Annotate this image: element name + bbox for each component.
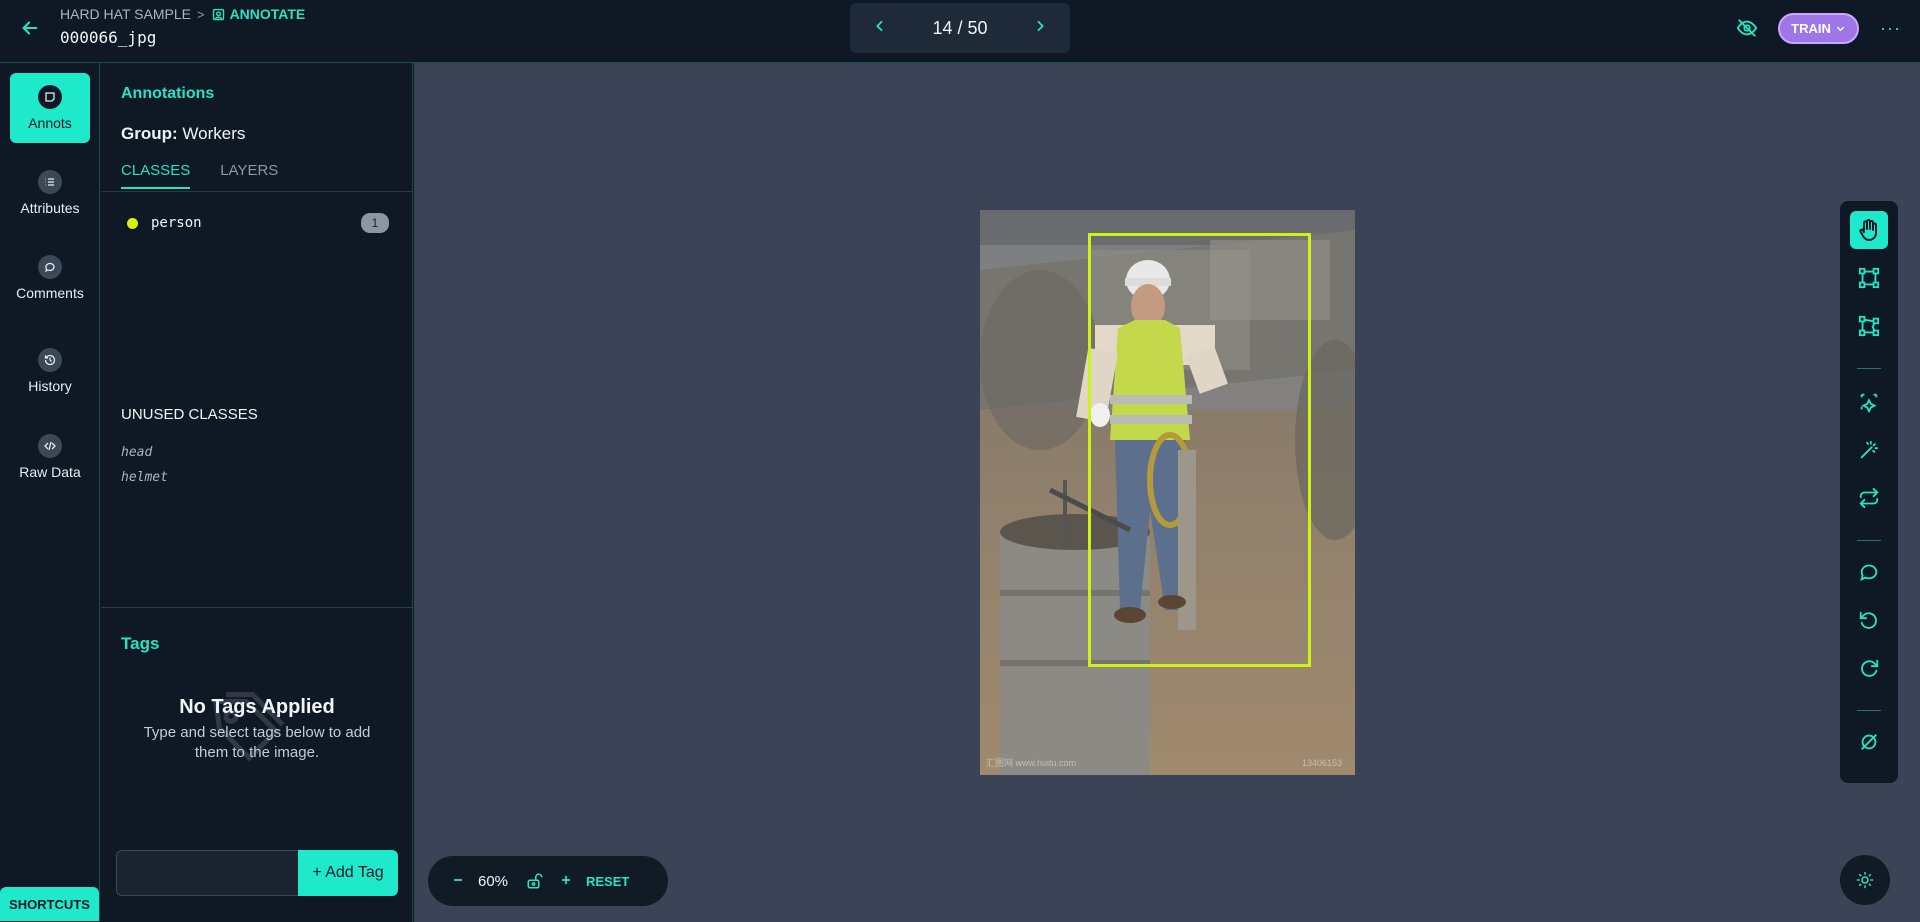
breadcrumb-separator: > bbox=[196, 6, 205, 22]
comment-tool[interactable] bbox=[1850, 553, 1888, 591]
sparkle-select-icon bbox=[1860, 393, 1878, 413]
annotations-panel: Annotations Group: Workers CLASSES LAYER… bbox=[101, 63, 413, 922]
prev-image-button[interactable] bbox=[872, 17, 888, 40]
toolbar-divider bbox=[1857, 368, 1881, 369]
tab-classes[interactable]: CLASSES bbox=[121, 162, 191, 189]
no-tags-heading: No Tags Applied bbox=[179, 696, 335, 718]
toolbar-divider bbox=[1857, 710, 1881, 711]
breadcrumb: HARD HAT SAMPLE > ANNOTATE bbox=[60, 6, 305, 22]
panel-divider bbox=[101, 607, 413, 608]
clear-annotations-button[interactable] bbox=[1850, 723, 1888, 761]
group-value: Workers bbox=[182, 124, 246, 143]
zoom-level: 60% bbox=[477, 872, 509, 890]
polygon-tool[interactable] bbox=[1850, 307, 1888, 345]
polygon-icon bbox=[1858, 315, 1880, 337]
tool-palette bbox=[1840, 201, 1898, 783]
tabs-divider bbox=[101, 191, 413, 192]
zoom-out-button[interactable] bbox=[446, 870, 470, 893]
unused-class-head[interactable]: head bbox=[121, 445, 152, 460]
breadcrumb-mode: ANNOTATE bbox=[211, 6, 306, 22]
zoom-controls: 60% RESET bbox=[428, 856, 668, 906]
null-icon bbox=[1861, 734, 1877, 750]
nav-attributes-label: Attributes bbox=[20, 200, 80, 216]
breadcrumb-project[interactable]: HARD HAT SAMPLE bbox=[60, 6, 191, 22]
zoom-lock-button[interactable] bbox=[516, 872, 554, 890]
nav-history-label: History bbox=[28, 378, 72, 394]
class-name: person bbox=[151, 215, 202, 231]
train-label: TRAIN bbox=[1791, 21, 1831, 36]
nav-comments-label: Comments bbox=[16, 285, 84, 301]
repeat-icon bbox=[1859, 487, 1879, 509]
unused-class-helmet[interactable]: helmet bbox=[121, 470, 168, 485]
top-bar: HARD HAT SAMPLE > ANNOTATE 000066_jpg 14… bbox=[0, 0, 1920, 63]
magic-wand-icon bbox=[1860, 440, 1879, 459]
code-icon bbox=[38, 434, 62, 458]
back-arrow-icon[interactable] bbox=[19, 17, 41, 39]
train-button[interactable]: TRAIN bbox=[1778, 13, 1859, 44]
list-icon bbox=[38, 170, 62, 194]
no-tags-hint: Type and select tags below to add them t… bbox=[143, 724, 371, 761]
group-label: Group: bbox=[121, 124, 178, 143]
undo-icon bbox=[1859, 611, 1877, 629]
minus-icon bbox=[453, 878, 463, 881]
redo-button[interactable] bbox=[1850, 649, 1888, 687]
repeat-tool[interactable] bbox=[1850, 479, 1888, 517]
unused-classes-title: UNUSED CLASSES bbox=[121, 406, 258, 423]
nav-history[interactable]: History bbox=[10, 336, 90, 406]
shortcuts-button[interactable]: SHORTCUTS bbox=[0, 887, 99, 921]
nav-raw-data[interactable]: Raw Data bbox=[10, 422, 90, 492]
magic-wand-tool[interactable] bbox=[1850, 431, 1888, 469]
canvas-settings-button[interactable] bbox=[1840, 855, 1890, 905]
nav-annots[interactable]: Annots bbox=[10, 73, 90, 143]
next-image-button[interactable] bbox=[1032, 17, 1048, 40]
panel-tabs: CLASSES LAYERS bbox=[121, 162, 278, 189]
nav-annots-label: Annots bbox=[28, 115, 72, 131]
pager-count: 14 / 50 bbox=[932, 17, 988, 38]
toolbar-divider bbox=[1857, 540, 1881, 541]
nav-attributes[interactable]: Attributes bbox=[10, 158, 90, 228]
pan-tool[interactable] bbox=[1850, 211, 1888, 249]
undo-button[interactable] bbox=[1850, 601, 1888, 639]
comment-icon bbox=[38, 255, 62, 279]
image-filename: 000066_jpg bbox=[60, 28, 157, 47]
bounding-box-tool[interactable] bbox=[1850, 259, 1888, 297]
sun-icon bbox=[1856, 871, 1874, 889]
hide-annotations-icon[interactable] bbox=[1736, 17, 1758, 39]
class-row-person[interactable]: person 1 bbox=[127, 212, 389, 234]
class-count-badge: 1 bbox=[361, 213, 389, 233]
breadcrumb-mode-label: ANNOTATE bbox=[229, 6, 306, 22]
watermark-right: 13406153 bbox=[1302, 758, 1342, 768]
tag-input[interactable] bbox=[116, 850, 298, 896]
zoom-in-button[interactable] bbox=[554, 870, 578, 893]
chevron-down-icon bbox=[1836, 26, 1845, 32]
hand-icon bbox=[1859, 219, 1877, 242]
redo-icon bbox=[1861, 659, 1879, 677]
image-pager: 14 / 50 bbox=[850, 3, 1070, 53]
unlock-icon bbox=[527, 873, 543, 889]
left-nav: Annots Attributes Comments History Raw D… bbox=[0, 63, 100, 922]
watermark-left: 汇图网 www.huitu.com bbox=[986, 758, 1076, 768]
chevron-right-icon bbox=[1037, 20, 1044, 31]
annotate-icon bbox=[212, 8, 224, 20]
class-color-dot bbox=[127, 217, 138, 229]
annotation-canvas[interactable]: 汇图网 www.huitu.com 13406153 bbox=[414, 63, 1920, 922]
group-line: Group: Workers bbox=[121, 124, 245, 144]
bounding-box-person[interactable] bbox=[1088, 233, 1311, 667]
zoom-reset-button[interactable]: RESET bbox=[586, 874, 629, 889]
history-icon bbox=[38, 348, 62, 372]
tags-title: Tags bbox=[121, 634, 160, 653]
comment-bubble-icon bbox=[1860, 564, 1878, 582]
plus-icon bbox=[561, 875, 571, 884]
bbox-icon bbox=[1858, 267, 1880, 289]
chevron-left-icon bbox=[876, 20, 883, 31]
add-tag-button[interactable]: + Add Tag bbox=[298, 850, 398, 896]
tab-layers[interactable]: LAYERS bbox=[220, 162, 278, 189]
nav-comments[interactable]: Comments bbox=[10, 243, 90, 313]
panel-title: Annotations bbox=[121, 85, 215, 102]
smart-select-tool[interactable] bbox=[1850, 383, 1888, 421]
annotation-icon bbox=[38, 85, 62, 109]
nav-raw-data-label: Raw Data bbox=[19, 464, 81, 480]
more-options-icon[interactable]: ··· bbox=[1880, 18, 1901, 39]
